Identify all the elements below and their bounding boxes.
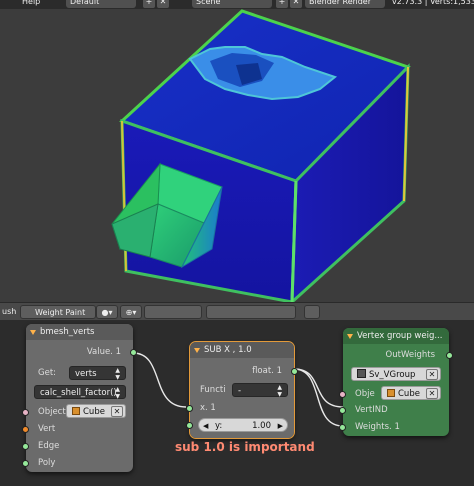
y-value: 1.00 [252,421,271,431]
node-header[interactable]: Vertex group weig... [343,328,449,344]
node-editor[interactable]: bmesh_verts Value. 1 Get: verts ▲ ▼ calc_s… [0,320,474,486]
viewport-header: ush Weight Paint ●▾ ⊕▾ [0,302,474,320]
shading-selector[interactable]: ●▾ [96,305,118,319]
x-input-label: x. 1 [200,403,216,413]
object-input-socket[interactable] [22,409,29,416]
weights-input-label: Weights. 1 [355,422,400,432]
weights-input-socket[interactable] [339,424,346,431]
outweights-output-socket[interactable] [446,352,453,359]
y-label: y: [215,421,223,431]
render-engine-selector[interactable]: Blender Render [305,0,385,8]
vertind-input-label: VertIND [355,405,388,415]
close-icon[interactable]: ✕ [426,369,438,380]
top-info-bar: Help Default + ✕ Scene + ✕ Blender Rende… [0,0,474,9]
x-input-socket[interactable] [186,405,193,412]
pivot-selector[interactable]: ⊕▾ [120,305,142,319]
object-value: Cube [398,389,420,399]
value-output-socket[interactable] [130,349,137,356]
close-icon[interactable]: ✕ [426,388,438,399]
node-title: SUB X , 1.0 [204,345,252,355]
bmesh-verts-node[interactable]: bmesh_verts Value. 1 Get: verts ▲ ▼ calc_s… [22,324,137,472]
dropdown-arrow-icon: ▲ ▼ [115,386,120,400]
node-title: bmesh_verts [40,327,95,337]
function-dropdown[interactable]: calc_shell_factor() ▲ ▼ [34,385,126,400]
node-title: Vertex group weig... [357,331,443,341]
weight-paint-cube-render [111,9,411,302]
function-dropdown[interactable]: - ▲ ▼ [232,383,288,398]
collapse-triangle-icon[interactable] [347,334,353,339]
layer-buttons[interactable] [206,305,296,319]
scene-selector[interactable]: Scene [192,0,272,8]
object-value: Cube [83,407,105,417]
help-menu[interactable]: Help [22,0,40,8]
y-input-socket[interactable] [186,422,193,429]
vertex-group-icon [357,369,366,378]
vertex-group-value: Sv_VGroup [369,370,416,380]
increment-arrow-icon[interactable]: ▶ [278,419,283,433]
annotation-text: sub 1.0 is importand [175,440,315,454]
function-value: - [238,386,242,396]
float-output-label: float. 1 [252,366,282,376]
vertex-group-field[interactable]: Sv_VGroup ✕ [351,367,441,381]
cube-icon [72,407,80,415]
node-header[interactable]: bmesh_verts [26,324,133,340]
y-number-field[interactable]: ◀ y: 1.00 ▶ [198,418,288,432]
function-label: Functi [200,385,226,395]
add-scene-button[interactable]: + [276,0,288,8]
render-preview-button[interactable] [304,305,320,319]
poly-input-label: Poly [38,458,56,468]
vertex-group-weights-node[interactable]: Vertex group weig... OutWeights Sv_VGrou… [339,328,453,436]
edge-input-socket[interactable] [22,443,29,450]
object-input-socket[interactable] [339,391,346,398]
close-icon[interactable]: ✕ [157,0,169,8]
decrement-arrow-icon[interactable]: ◀ [203,419,208,433]
vertind-input-socket[interactable] [339,407,346,414]
sub-node[interactable]: SUB X , 1.0 float. 1 Functi - ▲ ▼ x. 1 ◀ y… [186,341,298,439]
outweights-label: OutWeights [385,350,435,360]
get-label: Get: [38,368,57,378]
collapse-triangle-icon[interactable] [30,330,36,335]
dropdown-arrow-icon: ▲ ▼ [115,367,120,381]
poly-input-socket[interactable] [22,460,29,467]
float-output-socket[interactable] [291,368,298,375]
add-layout-button[interactable]: + [143,0,155,8]
close-icon[interactable]: ✕ [111,406,123,417]
get-value: verts [75,369,97,379]
function-value: calc_shell_factor() [40,388,117,398]
value-output-label: Value. 1 [86,347,121,357]
mode-selector[interactable]: Weight Paint [20,305,96,319]
object-label: Obje [355,389,375,399]
node-header[interactable]: SUB X , 1.0 [190,342,294,358]
collapse-triangle-icon[interactable] [194,348,200,353]
version-stats: v2.73.3 | Verts:1,533 [392,0,474,6]
vert-input-label: Vert [38,424,56,434]
edge-input-label: Edge [38,441,60,451]
manipulator-buttons[interactable] [144,305,202,319]
object-field[interactable]: Cube ✕ [66,404,126,418]
get-dropdown[interactable]: verts ▲ ▼ [69,366,126,381]
3d-viewport[interactable] [0,9,474,302]
vert-input-socket[interactable] [22,426,29,433]
object-field[interactable]: Cube ✕ [381,386,441,400]
dropdown-arrow-icon: ▲ ▼ [277,384,282,398]
cube-icon [387,389,395,397]
brush-label: ush [2,307,17,316]
object-label: Object [38,407,66,417]
layout-selector[interactable]: Default [66,0,136,8]
close-icon[interactable]: ✕ [290,0,302,8]
